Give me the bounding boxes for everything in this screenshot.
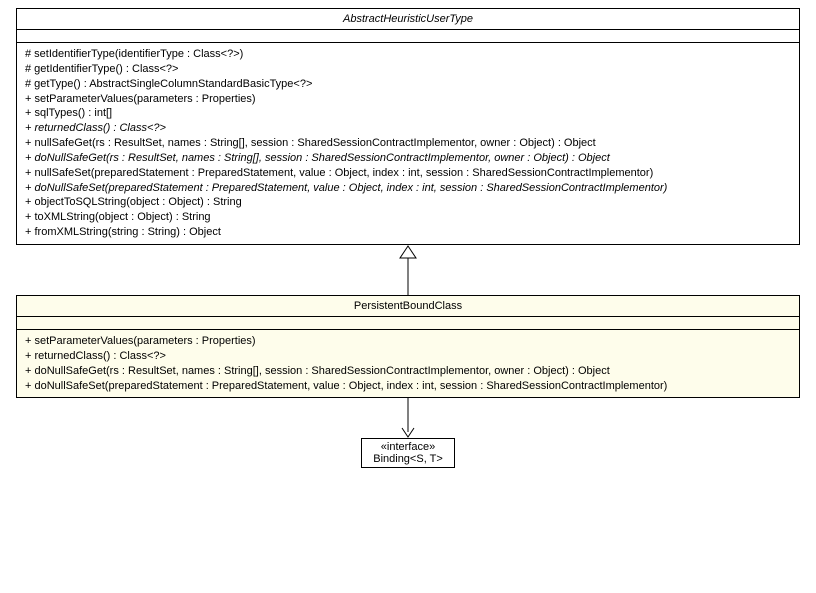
generalization-connector <box>8 245 808 295</box>
uml-interface: «interface» Binding<S, T> <box>361 438 455 468</box>
class-operation: + doNullSafeGet(rs : ResultSet, names : … <box>25 151 791 166</box>
class-attributes-parent <box>17 30 799 43</box>
generalization-arrow-icon <box>398 245 418 295</box>
class-operation: # getIdentifierType() : Class<?> <box>25 62 791 77</box>
interface-stereotype: «interface» <box>368 441 448 453</box>
class-operation: + sqlTypes() : int[] <box>25 106 791 121</box>
class-operation: + doNullSafeSet(preparedStatement : Prep… <box>25 379 791 394</box>
dependency-arrow-icon <box>398 398 418 438</box>
dependency-connector <box>8 398 808 438</box>
class-attributes-child <box>17 317 799 330</box>
class-operation: + fromXMLString(string : String) : Objec… <box>25 225 791 240</box>
class-operation: # getType() : AbstractSingleColumnStanda… <box>25 77 791 92</box>
uml-class-parent: AbstractHeuristicUserType # setIdentifie… <box>16 8 800 245</box>
class-operations-child: + setParameterValues(parameters : Proper… <box>17 330 799 397</box>
class-operation: + objectToSQLString(object : Object) : S… <box>25 195 791 210</box>
class-operation: + nullSafeSet(preparedStatement : Prepar… <box>25 166 791 181</box>
class-operation: + setParameterValues(parameters : Proper… <box>25 92 791 107</box>
class-name-child: PersistentBoundClass <box>17 296 799 317</box>
class-name-parent: AbstractHeuristicUserType <box>17 9 799 30</box>
interface-type-name: Binding<S, T> <box>373 453 443 465</box>
class-operation: + doNullSafeGet(rs : ResultSet, names : … <box>25 364 791 379</box>
class-operation: + nullSafeGet(rs : ResultSet, names : St… <box>25 136 791 151</box>
class-operation: # setIdentifierType(identifierType : Cla… <box>25 47 791 62</box>
class-operation: + setParameterValues(parameters : Proper… <box>25 334 791 349</box>
class-operation: + returnedClass() : Class<?> <box>25 349 791 364</box>
class-operation: + returnedClass() : Class<?> <box>25 121 791 136</box>
uml-class-child: PersistentBoundClass + setParameterValue… <box>16 295 800 398</box>
interface-name: «interface» Binding<S, T> <box>362 439 454 467</box>
class-operation: + toXMLString(object : Object) : String <box>25 210 791 225</box>
class-operations-parent: # setIdentifierType(identifierType : Cla… <box>17 43 799 244</box>
class-operation: + doNullSafeSet(preparedStatement : Prep… <box>25 181 791 196</box>
